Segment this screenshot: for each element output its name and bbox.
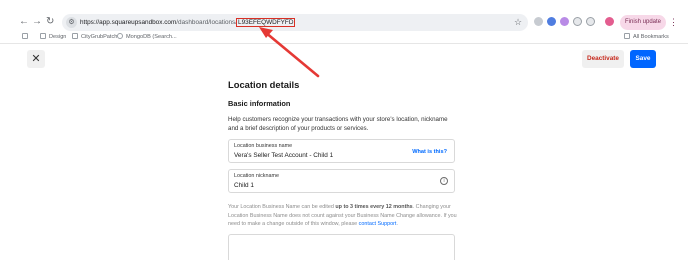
page-title: Location details xyxy=(228,79,300,90)
bookmark-star-icon[interactable]: ☆ xyxy=(514,16,522,28)
business-name-note: Your Location Business Name can be edite… xyxy=(228,203,458,229)
bookmark-label: MongoDB (Search... xyxy=(126,34,177,40)
bookmark-citygrubpatch[interactable]: CityGrubPatch xyxy=(72,33,117,42)
address-bar[interactable]: ⚙ https://app.squareupsandbox.com/dashbo… xyxy=(62,14,528,31)
browser-toolbar: ← → ↻ ⚙ https://app.squareupsandbox.com/… xyxy=(0,0,688,44)
note-text: . xyxy=(396,221,398,228)
business-name-label: Location business name xyxy=(234,143,293,149)
extension-icon[interactable] xyxy=(560,17,569,26)
folder-icon xyxy=(40,33,46,39)
note-bold-text: up to 3 times every 12 months xyxy=(335,204,413,210)
save-button[interactable]: Save xyxy=(630,50,656,68)
site-settings-icon[interactable]: ⚙ xyxy=(66,17,77,28)
url-host: https://app.squareupsandbox.com xyxy=(80,19,177,26)
url-path: /dashboard/locations/ xyxy=(176,19,238,26)
all-bookmarks[interactable]: All Bookmarks xyxy=(624,33,669,42)
extension-filter-icon[interactable] xyxy=(534,17,543,26)
folder-icon xyxy=(624,33,630,39)
forward-icon[interactable]: → xyxy=(32,16,42,28)
nickname-field[interactable]: Location nickname Child 1 i xyxy=(228,169,455,193)
help-text: Help customers recognize your transactio… xyxy=(228,116,448,132)
all-bookmarks-label: All Bookmarks xyxy=(633,34,669,40)
bookmark-label: Design xyxy=(49,34,67,40)
bookmarks-bar: Design CityGrubPatch MongoDB (Search... … xyxy=(0,33,688,44)
extensions-puzzle-icon[interactable] xyxy=(586,17,595,26)
business-name-field[interactable]: Location business name Vera's Seller Tes… xyxy=(228,139,455,163)
nickname-label: Location nickname xyxy=(234,173,279,179)
url-text[interactable]: https://app.squareupsandbox.com/dashboar… xyxy=(80,17,296,28)
extension-icon[interactable] xyxy=(573,17,582,26)
apps-icon[interactable] xyxy=(22,33,31,42)
url-location-id-highlight: L93EFEQWDFYFD xyxy=(236,18,296,27)
bookmark-design[interactable]: Design xyxy=(40,33,66,42)
next-field[interactable] xyxy=(228,234,455,260)
what-is-this-link[interactable]: What is this? xyxy=(412,149,447,155)
section-title: Basic information xyxy=(228,99,291,108)
info-icon[interactable]: i xyxy=(440,177,448,185)
folder-icon xyxy=(72,33,78,39)
note-text: Your Location Business Name can be edite… xyxy=(228,204,336,210)
extension-icon[interactable] xyxy=(547,17,556,26)
deactivate-button[interactable]: Deactivate xyxy=(582,50,624,68)
contact-support-link[interactable]: contact Support xyxy=(359,221,397,227)
business-name-value[interactable]: Vera's Seller Test Account - Child 1 xyxy=(234,152,333,159)
nickname-value[interactable]: Child 1 xyxy=(234,182,254,189)
bookmark-mongodb[interactable]: MongoDB (Search... xyxy=(117,33,177,42)
bookmark-label: CityGrubPatch xyxy=(81,34,118,40)
back-icon[interactable]: ← xyxy=(19,16,29,28)
close-button[interactable]: ✕ xyxy=(27,50,45,68)
reload-icon[interactable]: ↻ xyxy=(46,16,54,28)
finish-update-button[interactable]: Finish update xyxy=(620,15,666,30)
browser-menu-icon[interactable]: ⋮ xyxy=(669,16,678,28)
globe-icon xyxy=(117,33,123,39)
profile-icon[interactable] xyxy=(605,17,614,26)
